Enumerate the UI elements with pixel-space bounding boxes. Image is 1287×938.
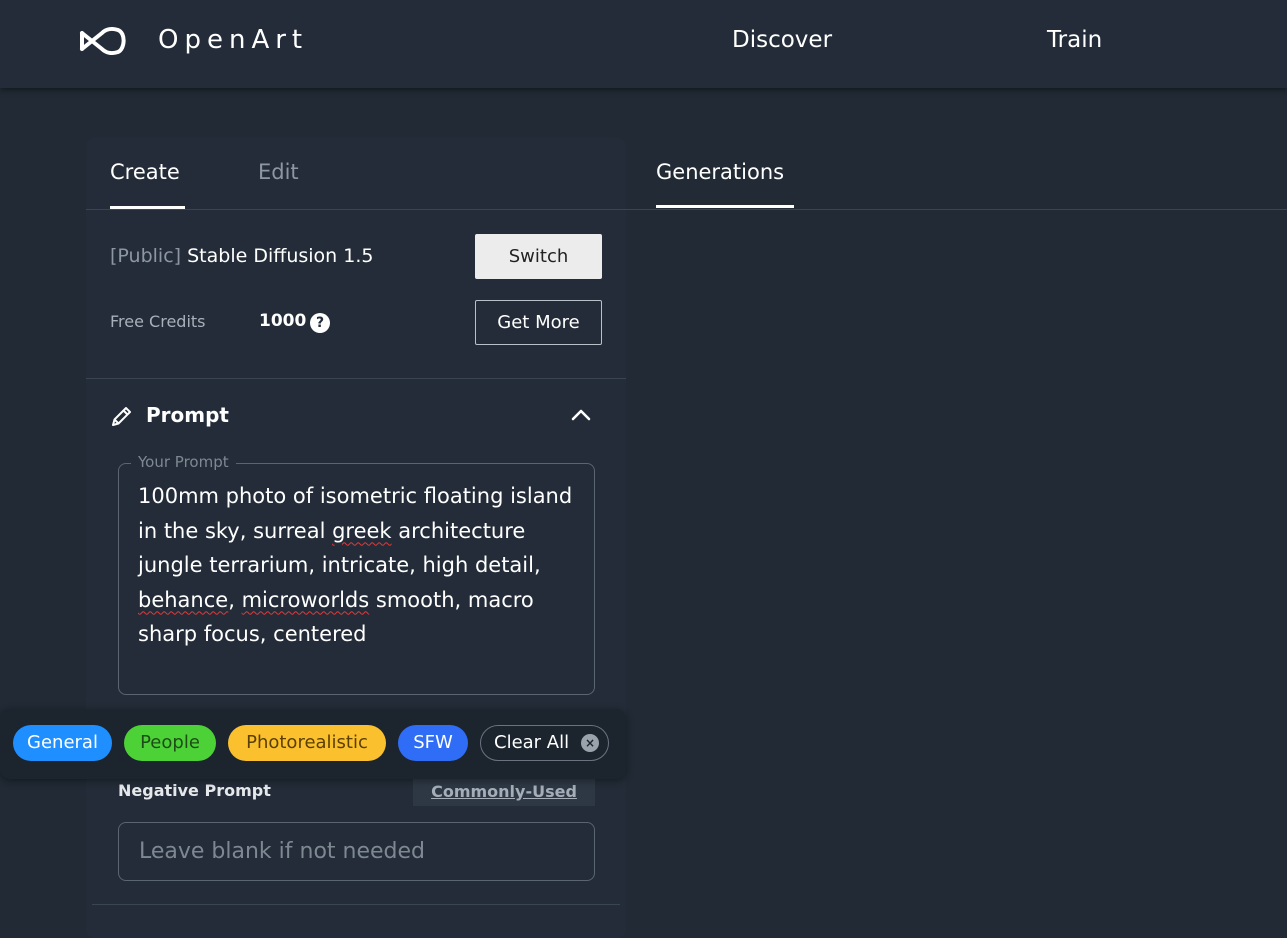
close-icon[interactable]: × — [581, 734, 599, 752]
negative-prompt-label: Negative Prompt — [118, 781, 271, 800]
tag-general[interactable]: General — [13, 725, 112, 761]
panel-tabs: Create Edit — [86, 138, 626, 210]
infinity-logo-icon[interactable] — [78, 27, 130, 55]
create-panel: Create Edit [Public] Stable Diffusion 1.… — [86, 138, 626, 938]
get-more-button[interactable]: Get More — [475, 300, 602, 345]
prompt-textarea[interactable]: Your Prompt 100mm photo of isometric flo… — [118, 453, 595, 695]
model-name: Stable Diffusion 1.5 — [187, 245, 374, 267]
tab-edit[interactable]: Edit — [258, 160, 299, 184]
credits-label: Free Credits — [110, 312, 206, 331]
tag-photorealistic[interactable]: Photorealistic — [228, 725, 386, 761]
negative-prompt-input[interactable] — [118, 822, 595, 881]
prompt-tag-bar: General People Photorealistic SFW Clear … — [0, 709, 626, 779]
pencil-icon — [112, 407, 131, 426]
divider — [86, 378, 626, 379]
chevron-up-icon[interactable] — [570, 404, 592, 426]
prompt-text[interactable]: 100mm photo of isometric floating island… — [138, 479, 578, 652]
active-tab-indicator — [110, 206, 185, 209]
top-navbar: OpenArt Discover Train — [0, 0, 1287, 88]
divider — [626, 209, 1287, 210]
clear-all-button[interactable]: Clear All × — [480, 725, 609, 761]
nav-discover[interactable]: Discover — [732, 27, 832, 53]
credits-value: 1000 — [259, 311, 307, 331]
active-tab-indicator — [656, 205, 794, 208]
model-visibility: [Public] — [110, 245, 182, 267]
clear-all-label: Clear All — [494, 732, 570, 753]
tab-generations[interactable]: Generations — [656, 160, 784, 184]
tab-create[interactable]: Create — [110, 160, 180, 184]
prompt-section-title: Prompt — [146, 403, 229, 427]
model-info: [Public] Stable Diffusion 1.5 — [110, 245, 373, 267]
prompt-field-label: Your Prompt — [131, 453, 236, 471]
commonly-used-button[interactable]: Commonly-Used — [413, 778, 595, 806]
tag-sfw[interactable]: SFW — [398, 725, 468, 761]
tag-people[interactable]: People — [124, 725, 216, 761]
nav-train[interactable]: Train — [1047, 27, 1102, 53]
question-circle-icon[interactable]: ? — [310, 313, 330, 333]
switch-model-button[interactable]: Switch — [475, 234, 602, 279]
divider — [92, 904, 620, 905]
brand-name[interactable]: OpenArt — [158, 25, 308, 55]
